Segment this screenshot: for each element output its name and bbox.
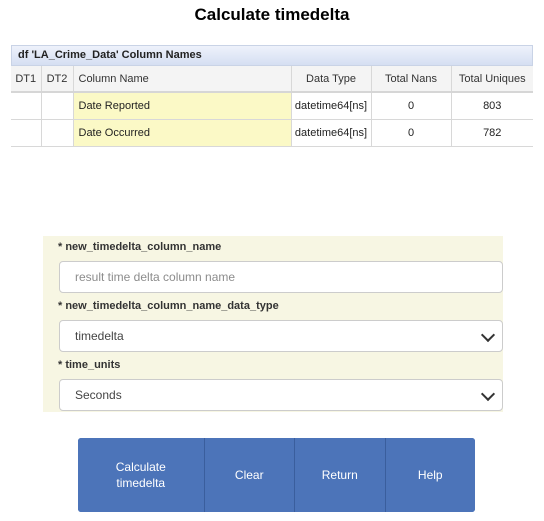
new-timedelta-column-name-label: * new_timedelta_column_name xyxy=(58,241,222,253)
time-units-select[interactable]: Seconds xyxy=(59,379,503,411)
total-uniques-cell: 782 xyxy=(451,119,533,147)
time-units-value: Seconds xyxy=(75,388,122,402)
data-type-cell: datetime64[ns] xyxy=(291,119,372,147)
column-name-cell[interactable]: Date Reported xyxy=(73,92,292,120)
chevron-down-icon xyxy=(480,327,496,343)
clear-button[interactable]: Clear xyxy=(204,438,295,512)
table-row[interactable]: Date Reported datetime64[ns] 0 803 xyxy=(11,92,533,120)
data-type-label: * new_timedelta_column_name_data_type xyxy=(58,300,279,312)
action-button-bar: Calculate timedelta Clear Return Help xyxy=(78,438,475,512)
header-total-nans[interactable]: Total Nans xyxy=(371,66,452,93)
calculate-timedelta-button[interactable]: Calculate timedelta xyxy=(78,438,205,512)
column-names-table: df 'LA_Crime_Data' Column Names DT1 DT2 … xyxy=(11,45,533,147)
data-type-cell: datetime64[ns] xyxy=(291,92,372,120)
column-name-cell[interactable]: Date Occurred xyxy=(73,119,292,147)
data-type-value: timedelta xyxy=(75,329,124,343)
data-grid: DT1 DT2 Column Name Data Type Total Nans… xyxy=(11,66,533,147)
header-column-name[interactable]: Column Name xyxy=(73,66,292,93)
dt2-cell[interactable] xyxy=(41,119,74,147)
dt1-cell[interactable] xyxy=(11,92,42,120)
table-row[interactable]: Date Occurred datetime64[ns] 0 782 xyxy=(11,119,533,147)
timedelta-form: * new_timedelta_column_name result time … xyxy=(43,236,503,412)
time-units-label: * time_units xyxy=(58,359,121,371)
return-button[interactable]: Return xyxy=(295,438,386,512)
header-dt1[interactable]: DT1 xyxy=(11,66,42,93)
dt1-cell[interactable] xyxy=(11,119,42,147)
total-nans-cell: 0 xyxy=(371,119,452,147)
header-dt2[interactable]: DT2 xyxy=(41,66,74,93)
data-type-select[interactable]: timedelta xyxy=(59,320,503,352)
header-data-type[interactable]: Data Type xyxy=(291,66,372,93)
header-total-uniques[interactable]: Total Uniques xyxy=(451,66,533,93)
dt2-cell[interactable] xyxy=(41,92,74,120)
table-caption: df 'LA_Crime_Data' Column Names xyxy=(11,45,533,66)
total-nans-cell: 0 xyxy=(371,92,452,120)
help-button[interactable]: Help xyxy=(385,438,475,512)
total-uniques-cell: 803 xyxy=(451,92,533,120)
chevron-down-icon xyxy=(480,386,496,402)
page-title: Calculate timedelta xyxy=(194,5,350,24)
new-timedelta-column-name-input[interactable]: result time delta column name xyxy=(59,261,503,293)
